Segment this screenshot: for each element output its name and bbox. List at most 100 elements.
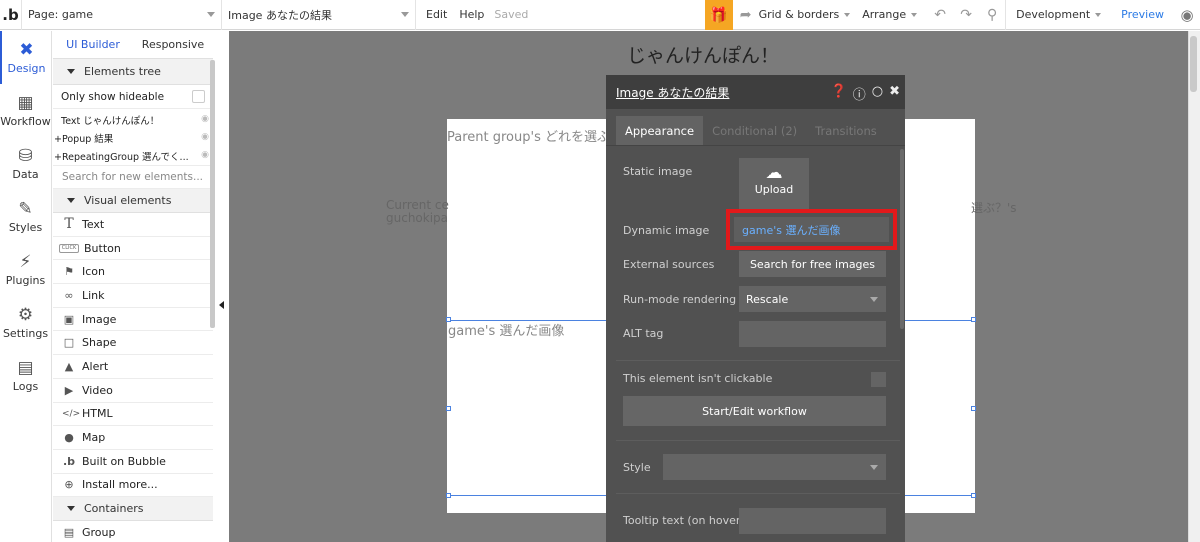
video-icon: ▶ <box>64 383 74 397</box>
tab-ui-builder[interactable]: UI Builder <box>53 31 133 58</box>
resize-handle[interactable] <box>971 493 976 498</box>
eye-icon[interactable]: ◉ <box>201 114 209 124</box>
element-html[interactable]: </> HTML <box>53 403 213 427</box>
element-map[interactable]: ● Map <box>53 426 213 450</box>
tree-item[interactable]: Text じゃんけんぽん！ ◉ <box>53 111 213 129</box>
rail-item-plugins[interactable]: ⚡ Plugins <box>0 243 51 296</box>
alert-icon: ▲ <box>64 359 74 373</box>
tree-item-label: Text じゃんけんぽん！ <box>61 116 160 127</box>
element-label: Link <box>82 288 105 302</box>
tree-item[interactable]: +Popup 結果 ◉ <box>53 129 213 147</box>
gift-icon[interactable]: 🎁 <box>704 0 733 30</box>
resize-handle[interactable] <box>446 317 451 322</box>
element-link[interactable]: ∞ Link <box>53 284 213 308</box>
element-video[interactable]: ▶ Video <box>53 379 213 403</box>
search-free-images-button[interactable]: Search for free images <box>739 251 886 277</box>
edit-menu[interactable]: Edit <box>416 0 457 30</box>
run-mode-select[interactable]: Rescale <box>739 286 886 312</box>
rail-item-styles[interactable]: ✎ Styles <box>0 190 51 243</box>
rail-item-design[interactable]: ✖ Design <box>0 31 51 84</box>
rail-item-data[interactable]: ⛁ Data <box>0 137 51 190</box>
resize-handle[interactable] <box>971 406 976 411</box>
link-icon: ∞ <box>64 288 74 302</box>
bubble-logo[interactable]: .b <box>0 0 22 30</box>
search-elements-input[interactable]: Search for new elements... <box>53 165 213 189</box>
element-shape[interactable]: □ Shape <box>53 331 213 356</box>
help-icon[interactable]: ❓ <box>831 84 847 103</box>
close-icon[interactable]: ✖ <box>889 84 900 103</box>
checkbox[interactable] <box>192 90 205 103</box>
rail-item-label: Data <box>12 168 39 181</box>
preview-link[interactable]: Preview <box>1111 0 1174 30</box>
page-heading-text[interactable]: じゃんけんぽん！ <box>627 41 779 68</box>
search-icon[interactable]: ⚲ <box>979 0 1005 30</box>
eye-icon[interactable]: ◉ <box>201 132 209 142</box>
resize-handle[interactable] <box>971 317 976 322</box>
element-image[interactable]: ▣ Image <box>53 308 213 332</box>
cursor-icon[interactable]: ➦ <box>733 0 759 30</box>
help-menu[interactable]: Help <box>457 0 494 30</box>
resize-handle[interactable] <box>446 493 451 498</box>
rail-item-settings[interactable]: ⚙ Settings <box>0 296 51 349</box>
property-editor-scrollbar[interactable] <box>900 149 904 329</box>
canvas-scrollbar-track[interactable] <box>1188 31 1200 542</box>
canvas-scrollbar-thumb[interactable] <box>1190 36 1197 92</box>
visual-elements-header[interactable]: Visual elements <box>53 189 213 213</box>
static-image-label: Static image <box>623 165 693 178</box>
element-label: Install more... <box>82 478 158 492</box>
upload-button[interactable]: ☁ Upload <box>739 158 809 210</box>
element-text[interactable]: T Text <box>53 213 213 237</box>
rail-item-workflow[interactable]: ▦ Workflow <box>0 84 51 137</box>
element-alert[interactable]: ▲ Alert <box>53 355 213 379</box>
property-editor-header[interactable]: Image あなたの結果 ❓ ⓘ ○ ✖ <box>606 75 905 109</box>
redo-icon[interactable]: ↷ <box>953 0 979 30</box>
containers-header[interactable]: Containers <box>53 497 213 522</box>
eye-icon[interactable]: ◉ <box>201 150 209 160</box>
property-editor-title[interactable]: Image あなたの結果 <box>616 84 729 101</box>
undo-icon[interactable]: ↶ <box>927 0 953 30</box>
start-edit-workflow-button[interactable]: Start/Edit workflow <box>623 396 886 426</box>
chevron-down-icon <box>1095 12 1102 17</box>
not-clickable-checkbox[interactable] <box>871 372 886 387</box>
current-cell-text[interactable]: Current ce guchokipa <box>386 199 449 225</box>
only-hideable-toggle[interactable]: Only show hideable <box>53 85 213 109</box>
grid-borders-menu[interactable]: Grid & borders <box>759 0 861 30</box>
element-label: Built on Bubble <box>82 454 166 468</box>
tooltip-input[interactable] <box>739 508 886 534</box>
resize-handle[interactable] <box>446 406 451 411</box>
account-icon[interactable]: ◉ <box>1174 0 1200 30</box>
tab-transitions[interactable]: Transitions <box>806 116 886 145</box>
choose-text[interactable]: 選ぶ？'s <box>971 199 1017 216</box>
tree-item[interactable]: +RepeatingGroup 選んでく... ◉ <box>53 147 213 165</box>
workflow-icon: ▦ <box>17 93 34 113</box>
parent-group-text[interactable]: Parent group's どれを選ぶ <box>447 126 610 145</box>
alt-tag-input[interactable] <box>739 321 886 347</box>
element-built-on-bubble[interactable]: .b Built on Bubble <box>53 450 213 474</box>
tab-conditional[interactable]: Conditional (2) <box>703 116 806 145</box>
info-icon[interactable]: ⓘ <box>853 84 866 103</box>
arrange-label: Arrange <box>862 8 907 21</box>
arrange-menu[interactable]: Arrange <box>860 0 927 30</box>
element-select-label: Image あなたの結果 <box>228 8 332 22</box>
section-label: Elements tree <box>84 65 161 78</box>
page-select[interactable]: Page: game <box>22 0 222 30</box>
style-select[interactable] <box>663 454 886 480</box>
element-install-more[interactable]: ⊕ Install more... <box>53 474 213 498</box>
element-select[interactable]: Image あなたの結果 <box>222 0 416 30</box>
elements-tree-header[interactable]: Elements tree <box>53 59 213 85</box>
comment-icon[interactable]: ○ <box>872 84 883 103</box>
element-label: HTML <box>82 407 113 421</box>
bubble-icon: .b <box>62 454 76 468</box>
development-menu[interactable]: Development <box>1005 0 1111 30</box>
element-button[interactable]: CLICK Button <box>53 237 213 261</box>
collapse-panel-icon[interactable] <box>219 301 224 309</box>
element-icon[interactable]: ⚑ Icon <box>53 260 213 285</box>
section-label: Visual elements <box>84 194 172 207</box>
dynamic-image-field[interactable]: game's 選んだ画像 <box>734 217 889 242</box>
tab-appearance[interactable]: Appearance <box>616 116 704 145</box>
tab-responsive[interactable]: Responsive <box>133 31 213 58</box>
rail-item-logs[interactable]: ▤ Logs <box>0 349 51 402</box>
element-group[interactable]: ▤ Group <box>53 521 213 542</box>
property-editor-tabs: Appearance Conditional (2) Transitions <box>606 116 905 146</box>
panel-scrollbar[interactable] <box>210 60 215 328</box>
